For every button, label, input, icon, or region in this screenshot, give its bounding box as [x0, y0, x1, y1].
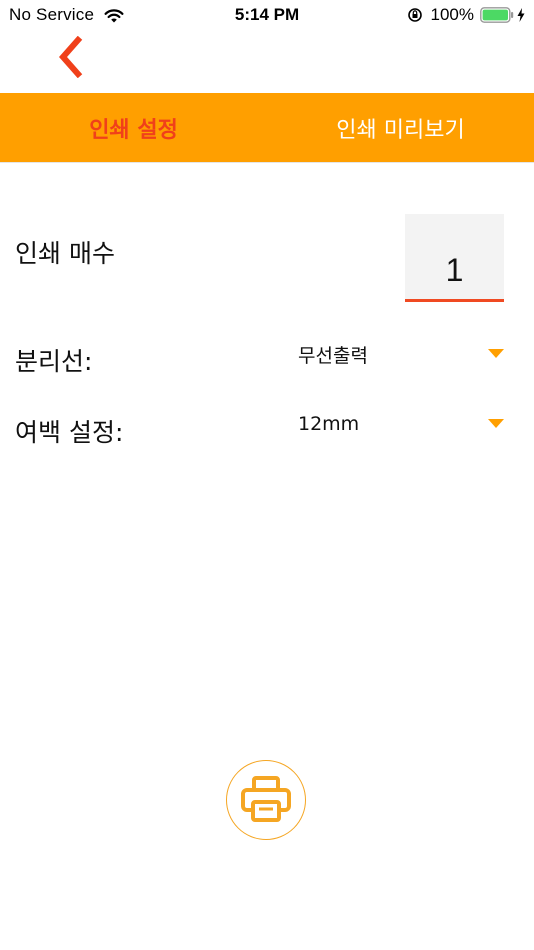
status-right: 100% [407, 5, 525, 25]
tab-print-settings[interactable]: 인쇄 설정 [0, 93, 267, 162]
margin-label: 여백 설정: [15, 418, 124, 447]
charging-bolt-icon [517, 8, 525, 22]
chevron-left-icon [58, 36, 83, 78]
status-bar: No Service 5:14 PM 100% [0, 0, 534, 30]
tab-divider [0, 162, 534, 163]
separator-dropdown-arrow-icon[interactable] [488, 349, 504, 358]
printer-icon [241, 776, 291, 822]
margin-dropdown-arrow-icon[interactable] [488, 419, 504, 428]
copies-label: 인쇄 매수 [15, 239, 115, 268]
back-button[interactable] [50, 32, 90, 82]
separator-select[interactable]: 무선출력 [298, 341, 368, 368]
margin-select[interactable]: 12mm [298, 413, 359, 435]
battery-icon [480, 7, 514, 23]
tab-print-preview[interactable]: 인쇄 미리보기 [267, 93, 534, 162]
separator-label: 분리선: [15, 347, 93, 376]
print-button[interactable] [226, 760, 306, 840]
orientation-lock-icon [407, 8, 422, 22]
battery-percent: 100% [430, 5, 474, 24]
copies-input[interactable]: 1 [405, 214, 504, 302]
tab-bar: 인쇄 설정 인쇄 미리보기 [0, 93, 534, 162]
battery-fill [482, 9, 508, 21]
